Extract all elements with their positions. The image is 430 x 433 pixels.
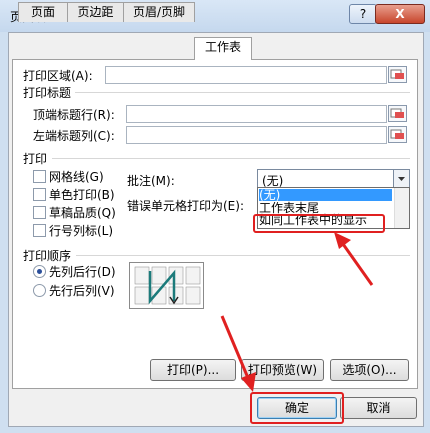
tab-sheet[interactable]: 工作表 (194, 37, 252, 60)
annotation-arrows (220, 232, 374, 392)
page-setup-dialog: 页面设置 ? X 页面 页边距 页眉/页脚 工作表 打印区域(A): 打印标题 … (0, 0, 430, 433)
